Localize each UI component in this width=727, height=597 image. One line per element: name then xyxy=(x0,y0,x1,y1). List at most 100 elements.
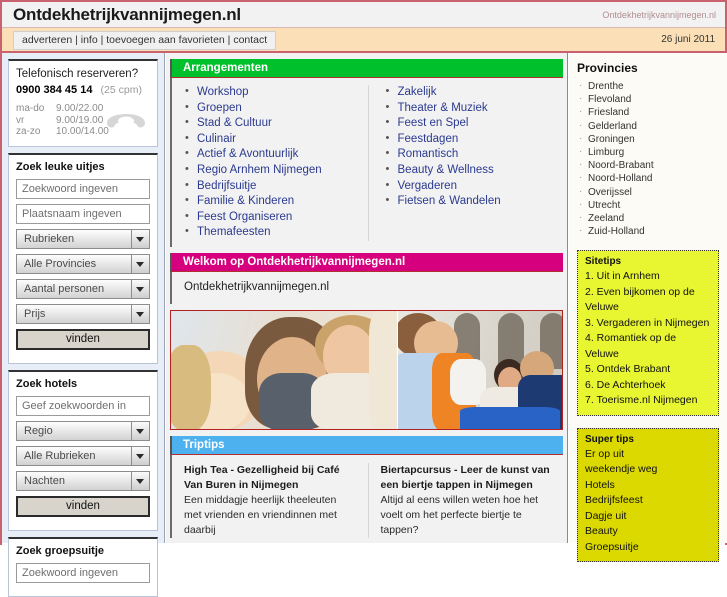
list-item[interactable]: Actief & Avontuurlijk xyxy=(184,146,368,163)
list-item[interactable]: Regio Arnhem Nijmegen xyxy=(184,162,368,179)
arrangement-link[interactable]: Themafeesten xyxy=(197,226,271,238)
list-item[interactable]: Utrecht xyxy=(577,198,719,212)
list-item[interactable]: Gelderland xyxy=(577,119,719,133)
search-place-input[interactable]: Plaatsnaam ingeven xyxy=(16,203,150,224)
right-sidebar: Provincies Drenthe Flevoland Friesland G… xyxy=(569,53,727,563)
arrangement-link[interactable]: Beauty & Wellness xyxy=(398,164,494,176)
list-item[interactable]: Limburg xyxy=(577,145,719,159)
arrangement-link[interactable]: Workshop xyxy=(197,86,249,98)
list-item[interactable]: Bedrijfsuitje xyxy=(184,178,368,195)
chevron-down-icon[interactable] xyxy=(131,304,149,323)
list-item[interactable]: Zakelijk xyxy=(385,84,564,101)
list-item[interactable]: Bedrijfsfeest xyxy=(585,493,712,509)
select-nachten[interactable]: Nachten xyxy=(16,470,150,491)
search-hotels-button[interactable]: vinden xyxy=(16,495,150,517)
groepsuitje-keyword-input[interactable]: Zoekwoord ingeven xyxy=(16,562,150,583)
arrangement-link[interactable]: Feestdagen xyxy=(398,133,459,145)
list-item[interactable]: Overijssel xyxy=(577,185,719,199)
list-item[interactable]: Drenthe xyxy=(577,79,719,93)
list-item[interactable]: Culinair xyxy=(184,131,368,148)
chevron-down-icon[interactable] xyxy=(131,229,149,248)
photo-family xyxy=(171,310,398,429)
welkom-body: Ontdekhetrijkvannijmegen.nl xyxy=(170,271,563,304)
list-item[interactable]: Romantisch xyxy=(385,146,564,163)
list-item[interactable]: Zuid-Holland xyxy=(577,224,719,238)
list-item[interactable]: 5. Ontdek Brabant xyxy=(585,362,712,378)
list-item[interactable]: Vergaderen xyxy=(385,178,564,195)
list-item[interactable]: Fietsen & Wandelen xyxy=(385,193,564,210)
hours-days: vr xyxy=(16,114,25,126)
search-keyword-input[interactable]: Zoekwoord ingeven xyxy=(16,178,150,199)
list-item[interactable]: Feest Organiseren xyxy=(184,209,368,226)
list-item[interactable]: Beauty xyxy=(585,524,712,540)
list-item[interactable]: Friesland xyxy=(577,105,719,119)
nav-links[interactable]: adverteren | info | toevoegen aan favori… xyxy=(13,31,277,50)
list-item[interactable]: Groepsuitje xyxy=(585,540,712,556)
list-item[interactable]: 3. Vergaderen in Nijmegen xyxy=(585,316,712,332)
arrangement-link[interactable]: Bedrijfsuitje xyxy=(197,180,256,192)
list-item[interactable]: Hotels xyxy=(585,478,712,494)
arrangement-link[interactable]: Regio Arnhem Nijmegen xyxy=(197,164,322,176)
select-rubrieken[interactable]: Rubrieken xyxy=(16,228,150,249)
chevron-down-icon[interactable] xyxy=(131,471,149,490)
list-item[interactable]: Beauty & Wellness xyxy=(385,162,564,179)
list-item[interactable]: Workshop xyxy=(184,84,368,101)
list-item[interactable]: 2. Even bijkomen op de Veluwe xyxy=(585,285,712,316)
triptip-item[interactable]: High Tea - Gezelligheid bij Café Van Bur… xyxy=(172,463,368,538)
arrangement-link[interactable]: Fietsen & Wandelen xyxy=(398,195,501,207)
triptips-heading: Triptips xyxy=(170,435,563,455)
list-item[interactable]: Stad & Cultuur xyxy=(184,115,368,132)
arrangement-link[interactable]: Zakelijk xyxy=(398,86,437,98)
sitetips-title: Sitetips xyxy=(585,256,622,268)
select-prijs[interactable]: Prijs xyxy=(16,303,150,324)
list-item[interactable]: Noord-Brabant xyxy=(577,158,719,172)
arrangementen-body: Workshop Groepen Stad & Cultuur Culinair… xyxy=(170,78,563,247)
arrangement-link[interactable]: Groepen xyxy=(197,102,242,114)
list-item[interactable]: 6. De Achterhoek xyxy=(585,378,712,394)
list-item[interactable]: 1. Uit in Arnhem xyxy=(585,269,712,285)
triptip-item[interactable]: Biertapcursus - Leer de kunst van een bi… xyxy=(367,462,564,538)
hotel-keyword-input[interactable]: Geef zoekwoorden in xyxy=(16,395,150,416)
arrangementen-columns: Workshop Groepen Stad & Cultuur Culinair… xyxy=(172,84,564,241)
list-item[interactable]: Zeeland xyxy=(577,211,719,225)
arrangement-link[interactable]: Vergaderen xyxy=(398,180,457,192)
arrangement-link[interactable]: Stad & Cultuur xyxy=(197,117,272,129)
phone-panel: Telefonisch reserveren? 0900 384 45 14 (… xyxy=(8,59,158,147)
arrangement-link[interactable]: Feest en Spel xyxy=(398,117,469,129)
list-item[interactable]: weekendje weg xyxy=(585,462,712,478)
list-item[interactable]: Feestdagen xyxy=(385,131,564,148)
provincies-list: Drenthe Flevoland Friesland Gelderland G… xyxy=(577,79,719,238)
arrangement-link[interactable]: Actief & Avontuurlijk xyxy=(197,148,298,160)
list-item[interactable]: 4. Romantiek op de Veluwe xyxy=(585,331,712,362)
list-item[interactable]: 7. Toerisme.nl Nijmegen xyxy=(585,393,712,409)
list-item[interactable]: Themafeesten xyxy=(184,224,368,241)
arrangement-link[interactable]: Feest Organiseren xyxy=(197,211,292,223)
list-item[interactable]: Theater & Muziek xyxy=(385,100,564,117)
hours-time: 9.00/22.00 xyxy=(56,103,104,114)
select-personen[interactable]: Aantal personen xyxy=(16,278,150,299)
select-hotel-rubrieken[interactable]: Alle Rubrieken xyxy=(16,445,150,466)
chevron-down-icon[interactable] xyxy=(131,421,149,440)
chevron-down-icon[interactable] xyxy=(131,279,149,298)
arrangement-link[interactable]: Theater & Muziek xyxy=(398,102,488,114)
supertips-box: Super tips Er op uit weekendje weg Hotel… xyxy=(577,427,719,563)
photo-banner[interactable] xyxy=(170,309,563,430)
select-regio[interactable]: Regio xyxy=(16,420,150,441)
list-item[interactable]: Familie & Kinderen xyxy=(184,193,368,210)
arrangement-link[interactable]: Culinair xyxy=(197,133,236,145)
list-item[interactable]: Dagje uit xyxy=(585,509,712,525)
list-item[interactable]: Feest en Spel xyxy=(385,115,564,132)
list-item[interactable]: Noord-Holland xyxy=(577,171,719,185)
list-item[interactable]: Er op uit xyxy=(585,447,712,463)
chevron-down-icon[interactable] xyxy=(131,446,149,465)
triptip-body: Altijd al eens willen weten hoe het voel… xyxy=(380,493,539,536)
search-uitjes-panel: Zoek leuke uitjes Zoekwoord ingeven Plaa… xyxy=(8,152,158,364)
chevron-down-icon[interactable] xyxy=(131,254,149,273)
select-provincies[interactable]: Alle Provincies xyxy=(16,253,150,274)
arrangement-link[interactable]: Romantisch xyxy=(398,148,459,160)
list-item[interactable]: Groningen xyxy=(577,132,719,146)
search-uitjes-button[interactable]: vinden xyxy=(16,328,150,350)
arrangement-link[interactable]: Familie & Kinderen xyxy=(197,195,294,207)
list-item[interactable]: Flevoland xyxy=(577,92,719,106)
list-item[interactable]: Groepen xyxy=(184,100,368,117)
